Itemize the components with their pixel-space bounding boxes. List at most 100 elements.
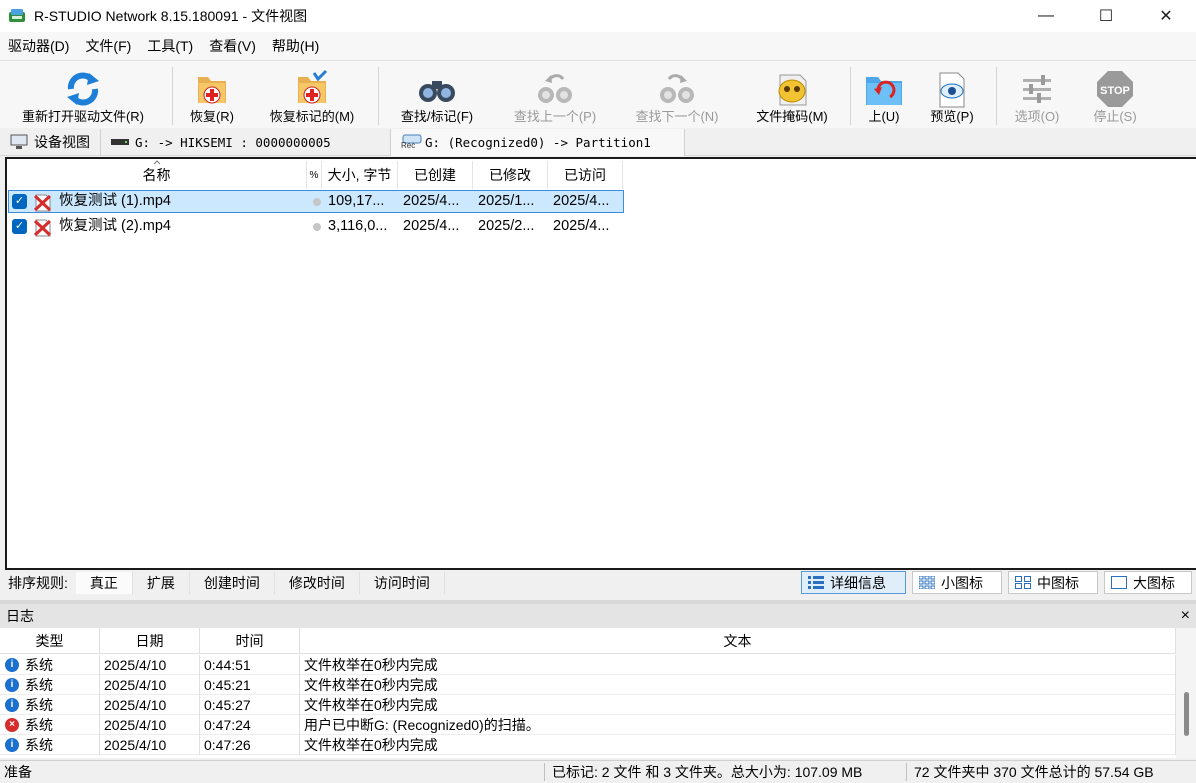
log-column-date[interactable]: 日期 bbox=[100, 628, 200, 654]
details-view-icon bbox=[808, 576, 824, 589]
status-ready: 准备 bbox=[4, 764, 32, 780]
title-bar: R-STUDIO Network 8.15.180091 - 文件视图 — ☐ … bbox=[0, 0, 1196, 32]
recover-button[interactable]: 恢复(R) bbox=[180, 65, 244, 127]
view-details-button[interactable]: 详细信息 bbox=[801, 571, 906, 594]
row-checkbox[interactable]: ✓ bbox=[12, 219, 27, 234]
status-dot bbox=[313, 223, 321, 231]
maximize-button[interactable]: ☐ bbox=[1076, 0, 1136, 32]
breadcrumb: 设备视图 G: -> HIKSEMI : 0000000005 Rec G: (… bbox=[0, 128, 1196, 156]
sort-accessed-time[interactable]: 访问时间 bbox=[360, 572, 445, 594]
binoculars-icon bbox=[419, 81, 455, 102]
drive-breadcrumb[interactable]: G: -> HIKSEMI : 0000000005 bbox=[101, 128, 391, 156]
table-row[interactable]: ✓ 恢复测试 (1).mp4 109,17... 2025/4... 2025/… bbox=[8, 190, 624, 213]
preview-button[interactable]: 预览(P) bbox=[920, 65, 984, 127]
sort-created-time[interactable]: 创建时间 bbox=[190, 572, 275, 594]
view-large-icons-button[interactable]: 大图标 bbox=[1104, 571, 1192, 594]
menu-help[interactable]: 帮助(H) bbox=[264, 36, 327, 56]
log-row[interactable]: i 系统 2025/4/10 0:47:26 文件枚举在0秒内完成 bbox=[0, 735, 1176, 755]
toolbar-divider bbox=[378, 67, 379, 125]
view-medium-icons-button[interactable]: 中图标 bbox=[1008, 571, 1098, 594]
log-row[interactable]: × 系统 2025/4/10 0:47:24 用户已中断G: (Recogniz… bbox=[0, 715, 1176, 735]
file-name: 恢复测试 (1).mp4 bbox=[59, 193, 171, 209]
sort-real[interactable]: 真正 bbox=[75, 572, 133, 594]
stop-sign-icon: STOP bbox=[1097, 71, 1133, 107]
menu-view[interactable]: 查看(V) bbox=[201, 36, 264, 56]
status-divider bbox=[544, 763, 545, 781]
file-size: 109,17... bbox=[328, 193, 385, 209]
column-name[interactable]: 名称 bbox=[7, 161, 307, 189]
sort-label: 排序规则: bbox=[8, 575, 68, 591]
find-mark-button[interactable]: 查找/标记(F) bbox=[386, 65, 488, 127]
log-row[interactable]: i 系统 2025/4/10 0:45:27 文件枚举在0秒内完成 bbox=[0, 695, 1176, 715]
up-button[interactable]: 上(U) bbox=[858, 65, 910, 127]
recover-marked-button[interactable]: 恢复标记的(M) bbox=[256, 65, 368, 127]
refresh-icon bbox=[67, 72, 99, 106]
toolbar: 重新打开驱动文件(R) 恢复(R) 恢复标记的(M) 查找/标记(F) 查找上一… bbox=[0, 60, 1196, 128]
drive-icon bbox=[111, 139, 129, 145]
partition-breadcrumb[interactable]: Rec G: (Recognized0) -> Partition1 bbox=[391, 128, 685, 156]
menu-bar: 驱动器(D) 文件(F) 工具(T) 查看(V) 帮助(H) bbox=[0, 32, 1196, 60]
file-created: 2025/4... bbox=[403, 193, 460, 209]
status-bar: 准备 已标记: 2 文件 和 3 文件夹。总大小为: 107.09 MB 72 … bbox=[0, 760, 1196, 782]
log-column-time[interactable]: 时间 bbox=[200, 628, 300, 654]
file-list: 名称 % 大小, 字节 已创建 已修改 已访问 ✓ 恢复测试 (1).mp4 1… bbox=[5, 157, 1196, 570]
stop-button[interactable]: STOP 停止(S) bbox=[1082, 65, 1148, 127]
sort-extension[interactable]: 扩展 bbox=[133, 572, 190, 594]
menu-drive[interactable]: 驱动器(D) bbox=[0, 36, 77, 56]
log-column-text[interactable]: 文本 bbox=[300, 628, 1176, 654]
minimize-button[interactable]: — bbox=[1016, 0, 1076, 32]
sort-modified-time[interactable]: 修改时间 bbox=[275, 572, 360, 594]
toolbar-divider bbox=[850, 67, 851, 125]
preview-eye-icon bbox=[939, 72, 965, 108]
options-sliders-icon bbox=[1023, 75, 1051, 103]
menu-tools[interactable]: 工具(T) bbox=[139, 36, 201, 56]
file-accessed: 2025/4... bbox=[553, 218, 610, 234]
close-button[interactable]: ✕ bbox=[1136, 0, 1196, 32]
recover-marked-icon bbox=[298, 69, 328, 104]
toolbar-divider bbox=[172, 67, 173, 125]
log-column-type[interactable]: 类型 bbox=[0, 628, 100, 654]
file-mask-button[interactable]: 文件掩码(M) bbox=[744, 65, 840, 127]
status-divider bbox=[906, 763, 907, 781]
app-icon bbox=[9, 9, 25, 22]
file-size: 3,116,0... bbox=[328, 218, 388, 234]
log-scrollbar-thumb[interactable] bbox=[1184, 692, 1189, 736]
large-icons-view-icon bbox=[1111, 576, 1127, 589]
column-modified[interactable]: 已修改 bbox=[473, 161, 548, 189]
recover-icon bbox=[198, 77, 226, 104]
sort-ascending-icon bbox=[153, 160, 161, 165]
column-created[interactable]: 已创建 bbox=[398, 161, 473, 189]
svg-text:STOP: STOP bbox=[1100, 85, 1130, 97]
log-row[interactable]: i 系统 2025/4/10 0:44:51 文件枚举在0秒内完成 bbox=[0, 655, 1176, 675]
column-percent[interactable]: % bbox=[307, 161, 322, 189]
status-dot bbox=[313, 198, 321, 206]
file-name: 恢复测试 (2).mp4 bbox=[59, 218, 171, 234]
view-small-icons-button[interactable]: 小图标 bbox=[912, 571, 1002, 594]
find-previous-button[interactable]: 查找上一个(P) bbox=[500, 65, 610, 127]
column-accessed[interactable]: 已访问 bbox=[548, 161, 623, 189]
table-row[interactable]: ✓ 恢复测试 (2).mp4 3,116,0... 2025/4... 2025… bbox=[8, 215, 624, 238]
log-close-button[interactable]: × bbox=[1181, 607, 1190, 625]
recognized-partition-icon: Rec bbox=[401, 133, 423, 151]
column-size[interactable]: 大小, 字节 bbox=[322, 161, 398, 189]
toolbar-divider bbox=[996, 67, 997, 125]
file-created: 2025/4... bbox=[403, 218, 460, 234]
log-row[interactable]: i 系统 2025/4/10 0:45:21 文件枚举在0秒内完成 bbox=[0, 675, 1176, 695]
status-marked: 已标记: 2 文件 和 3 文件夹。总大小为: 107.09 MB bbox=[552, 764, 863, 780]
find-next-icon bbox=[660, 74, 694, 103]
window-title: R-STUDIO Network 8.15.180091 - 文件视图 bbox=[34, 8, 308, 24]
device-view-tab[interactable]: 设备视图 bbox=[0, 128, 101, 156]
row-checkbox[interactable]: ✓ bbox=[12, 194, 27, 209]
computer-icon bbox=[10, 134, 28, 149]
log-scrollbar[interactable] bbox=[1176, 628, 1196, 758]
file-modified: 2025/2... bbox=[478, 218, 535, 234]
folder-up-icon bbox=[866, 77, 902, 105]
find-next-button[interactable]: 查找下一个(N) bbox=[622, 65, 732, 127]
options-button[interactable]: 选项(O) bbox=[1004, 65, 1070, 127]
file-modified: 2025/1... bbox=[478, 193, 535, 209]
menu-file[interactable]: 文件(F) bbox=[77, 36, 139, 56]
status-total: 72 文件夹中 370 文件总计的 57.54 GB bbox=[914, 764, 1154, 780]
log-table: 类型 日期 时间 文本 i 系统 2025/4/10 0:44:51 文件枚举在… bbox=[0, 628, 1196, 758]
deleted-file-icon bbox=[33, 219, 52, 237]
reopen-drive-files-button[interactable]: 重新打开驱动文件(R) bbox=[8, 65, 158, 127]
